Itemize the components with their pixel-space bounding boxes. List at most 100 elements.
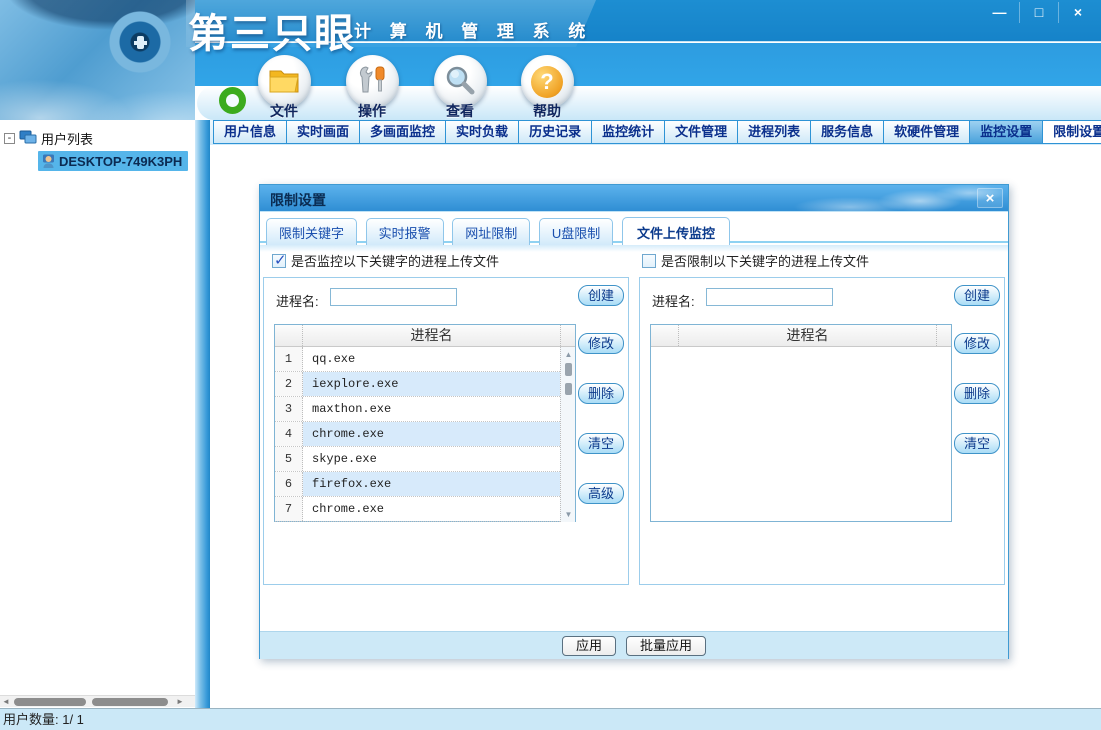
process-name-header: 进程名 <box>303 325 560 346</box>
tree-item-desktop[interactable]: DESKTOP-749K3PH <box>38 151 188 171</box>
table-body <box>651 347 951 522</box>
scrollbar-thumb[interactable] <box>565 363 572 376</box>
modify-button[interactable]: 修改 <box>578 333 624 354</box>
advanced-button[interactable]: 高级 <box>578 483 624 504</box>
file-tool[interactable]: 文件 <box>253 55 315 121</box>
tab-restrict-keywords[interactable]: 限制关键字 <box>266 218 357 246</box>
process-name-label: 进程名: <box>276 291 319 310</box>
clear-button[interactable]: 清空 <box>578 433 624 454</box>
close-button[interactable]: × <box>1058 2 1097 23</box>
table-row[interactable]: 3 maxthon.exe <box>275 397 560 422</box>
dialog-tab-strip: 限制关键字 实时报警 网址限制 U盘限制 文件上传监控 <box>260 213 1008 243</box>
app-window: 第三只眼 计 算 机 管 理 系 统 — □ × 文件 <box>0 0 1101 730</box>
file-tool-label: 文件 <box>253 101 315 121</box>
operation-tool[interactable]: 操作 <box>341 55 403 121</box>
monitor-upload-checkbox[interactable]: ✓ <box>272 254 286 268</box>
operation-tool-label: 操作 <box>341 101 403 121</box>
create-button[interactable]: 创建 <box>578 285 624 306</box>
tab-realtime-load[interactable]: 实时负载 <box>445 120 519 144</box>
help-tool-label: 帮助 <box>516 101 578 121</box>
restriction-settings-dialog: 限制设置 × 限制关键字 实时报警 网址限制 U盘限制 文件上传监控 ✓ 是否监… <box>259 184 1009 659</box>
scroll-left-icon[interactable]: ◄ <box>2 696 10 708</box>
help-tool[interactable]: ? 帮助 <box>516 55 578 121</box>
user-icon <box>42 154 55 169</box>
user-count-text: 用户数量: 1/ 1 <box>3 712 84 727</box>
delete-button[interactable]: 删除 <box>954 383 1000 404</box>
status-bar: 用户数量: 1/ 1 <box>0 708 1101 730</box>
create-button[interactable]: 创建 <box>954 285 1000 306</box>
row-number-header <box>651 325 679 346</box>
modify-button[interactable]: 修改 <box>954 333 1000 354</box>
tab-process-list[interactable]: 进程列表 <box>737 120 811 144</box>
table-header-row: 进程名 <box>275 325 575 347</box>
tree-collapse-icon[interactable]: - <box>4 133 15 144</box>
apply-button[interactable]: 应用 <box>562 636 616 656</box>
scrollbar-thumb[interactable] <box>565 383 572 395</box>
process-table: 进程名 <box>650 324 952 522</box>
tab-monitor-settings[interactable]: 监控设置 <box>969 120 1043 144</box>
folder-icon <box>267 65 301 98</box>
scrollbar-header-spacer <box>936 325 951 346</box>
tab-url-restrict[interactable]: 网址限制 <box>452 218 530 246</box>
tab-history[interactable]: 历史记录 <box>518 120 592 144</box>
process-name-input[interactable] <box>706 288 833 306</box>
tab-usb-restrict[interactable]: U盘限制 <box>539 218 613 246</box>
tab-monitor-stats[interactable]: 监控统计 <box>591 120 665 144</box>
tree-root-label: 用户列表 <box>41 129 93 148</box>
minimize-button[interactable]: — <box>980 2 1019 23</box>
restrict-upload-checkbox[interactable] <box>642 254 656 268</box>
clear-button[interactable]: 清空 <box>954 433 1000 454</box>
view-tool[interactable]: 查看 <box>429 55 491 121</box>
tab-service-info[interactable]: 服务信息 <box>810 120 884 144</box>
table-row[interactable]: 5 skype.exe <box>275 447 560 472</box>
sidebar-divider <box>195 120 210 708</box>
scrollbar-thumb[interactable] <box>92 698 168 706</box>
app-logo: 第三只眼 <box>188 1 356 59</box>
tab-hardware-software[interactable]: 软硬件管理 <box>883 120 970 144</box>
maximize-button[interactable]: □ <box>1019 2 1058 23</box>
dialog-close-icon[interactable]: × <box>977 188 1003 208</box>
scroll-up-icon[interactable]: ▲ <box>561 350 576 359</box>
status-ring-icon <box>219 87 246 114</box>
scroll-right-icon[interactable]: ► <box>176 696 184 708</box>
process-name-cell: iexplore.exe <box>303 372 560 396</box>
restrict-upload-checkbox-label: 是否限制以下关键字的进程上传文件 <box>661 251 869 270</box>
table-row[interactable]: 6 firefox.exe <box>275 472 560 497</box>
dialog-footer: 应用 批量应用 <box>260 631 1008 659</box>
table-row[interactable]: 2 iexplore.exe <box>275 372 560 397</box>
tab-multi-screen-monitor[interactable]: 多画面监控 <box>359 120 446 144</box>
process-name-cell: chrome.exe <box>303 497 560 521</box>
process-name-cell: chrome.exe <box>303 422 560 446</box>
sidebar-horizontal-scrollbar[interactable]: ◄ ► <box>0 695 195 707</box>
tree-item-label: DESKTOP-749K3PH <box>59 154 182 169</box>
tab-realtime-screen[interactable]: 实时画面 <box>286 120 360 144</box>
restrict-upload-checkbox-row: 是否限制以下关键字的进程上传文件 <box>642 251 869 270</box>
batch-apply-button[interactable]: 批量应用 <box>626 636 706 656</box>
row-number-header <box>275 325 303 346</box>
scrollbar-header-spacer <box>560 325 575 346</box>
process-table: 进程名 1 qq.exe 2 iexplore.exe 3 maxthon.ex… <box>274 324 576 522</box>
tab-restriction-settings[interactable]: 限制设置 <box>1042 120 1101 144</box>
process-name-cell: qq.exe <box>303 347 560 371</box>
tab-file-upload-monitor[interactable]: 文件上传监控 <box>622 217 730 248</box>
tab-realtime-alert[interactable]: 实时报警 <box>366 218 444 246</box>
row-number: 1 <box>275 347 303 371</box>
computers-icon <box>19 130 37 146</box>
tab-file-manage[interactable]: 文件管理 <box>664 120 738 144</box>
table-scrollbar[interactable]: ▲ ▼ <box>560 347 575 522</box>
tab-user-info[interactable]: 用户信息 <box>213 120 287 144</box>
process-name-cell: skype.exe <box>303 447 560 471</box>
tree-root-user-list[interactable]: - 用户列表 <box>4 128 93 148</box>
process-name-input[interactable] <box>330 288 457 306</box>
scroll-down-icon[interactable]: ▼ <box>561 510 576 519</box>
dialog-titlebar[interactable]: 限制设置 × <box>260 185 1008 212</box>
row-number: 6 <box>275 472 303 496</box>
table-row[interactable]: 1 qq.exe <box>275 347 560 372</box>
dialog-title: 限制设置 <box>270 190 326 210</box>
checkmark-icon: ✓ <box>274 251 287 269</box>
table-row[interactable]: 4 chrome.exe <box>275 422 560 447</box>
delete-button[interactable]: 删除 <box>578 383 624 404</box>
toolbar-strip <box>197 86 1101 120</box>
table-row[interactable]: 7 chrome.exe <box>275 497 560 522</box>
scrollbar-thumb[interactable] <box>14 698 86 706</box>
